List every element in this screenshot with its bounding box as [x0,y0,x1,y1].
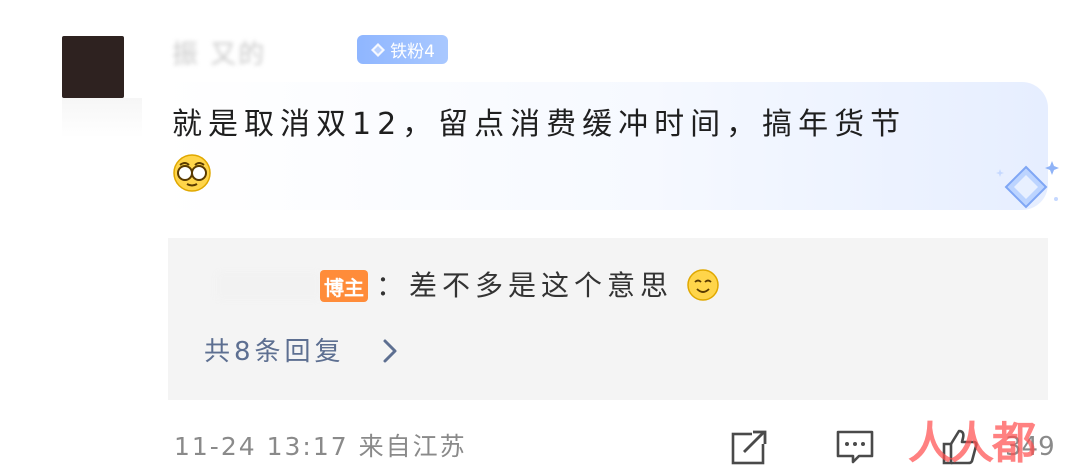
avatar-shadow [62,98,142,138]
reply-box[interactable] [168,238,1048,400]
cry-laugh-emoji-icon [173,154,211,192]
user-avatar[interactable] [62,36,124,98]
sparkle-diamond-icon [996,161,1059,209]
comment-meta: 11-24 13:17 来自江苏 [174,432,467,461]
smile-emoji-icon [687,269,719,301]
blogger-tag: 博主 [320,270,368,302]
reply-author-name[interactable] [216,272,320,300]
comment-text: 就是取消双12，留点消费缓冲时间，搞年货节 [172,107,907,142]
chevron-right-icon[interactable] [380,337,400,365]
comment-icon[interactable] [835,428,875,466]
username[interactable]: 振 又的 [172,34,266,70]
fan-badge[interactable]: 铁粉4 [357,35,448,64]
share-icon[interactable] [730,428,770,466]
reply-count-link[interactable]: 共8条回复 [204,334,345,370]
diamond-icon [371,42,386,57]
watermark-logo: 人人都 [908,418,1036,469]
reply-text: ：差不多是这个意思 [376,269,674,302]
fan-badge-label: 铁粉4 [390,42,435,62]
